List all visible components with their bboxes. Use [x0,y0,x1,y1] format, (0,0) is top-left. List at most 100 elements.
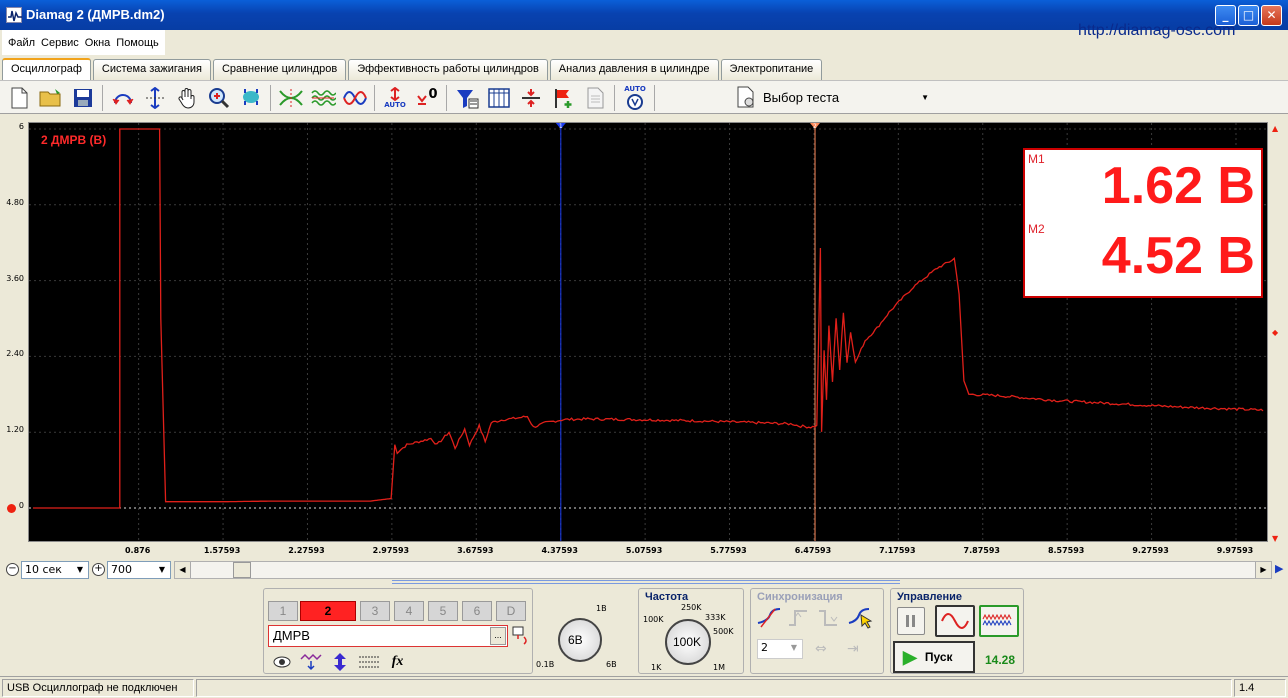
sync-level-down-icon[interactable] [817,607,843,631]
x-tick-label: 5.77593 [710,546,747,555]
menu-windows[interactable]: Окна [85,37,111,49]
channel-4-button[interactable]: 4 [394,601,424,621]
open-folder-icon[interactable] [38,85,64,111]
toolbar-separator [446,85,447,111]
channel-6-button[interactable]: 6 [462,601,492,621]
channel-1-button[interactable]: 1 [268,601,298,621]
scroll-left-icon[interactable]: ◀ [175,562,191,578]
play-forward-icon[interactable]: ▶ [1275,562,1283,575]
website-link[interactable]: http://diamag-osc.com [1078,22,1235,40]
m2-value: 4.52 В [1101,227,1255,285]
volt-knob[interactable]: 6В [558,618,602,662]
sync-cursor-icon[interactable] [847,607,875,631]
scroll-up-icon[interactable]: ▲ [1272,124,1278,133]
maximize-button[interactable]: □ [1238,5,1259,26]
pause-button[interactable] [897,607,925,635]
horizontal-scrollbar[interactable]: ◀ ▶ [174,561,1272,579]
tab-pressure-analysis[interactable]: Анализ давления в цилиндре [549,59,719,80]
chevron-down-icon: ▼ [158,565,166,574]
horizontal-stretch-icon[interactable] [110,85,136,111]
timebase-select[interactable]: 10 сек ▼ [21,561,89,579]
flag-add-icon[interactable] [550,85,576,111]
samples-select[interactable]: 700 ▼ [107,561,171,579]
channel-name-input[interactable]: ДМРВ ... [268,625,508,647]
sync-channel-value: 2 [761,641,768,654]
report-icon[interactable] [582,85,608,111]
menu-help[interactable]: Помощь [116,37,159,49]
browse-button[interactable]: ... [490,627,506,645]
sync-channel-select[interactable]: 2 ▼ [757,639,803,659]
tab-cylinder-compare[interactable]: Сравнение цилиндров [212,59,347,80]
menu-file[interactable]: Файл [8,37,35,49]
zoom-status: 1.4 [1234,679,1286,697]
fit-icon[interactable] [238,85,264,111]
toolbar-separator [614,85,615,111]
auto-scale-icon[interactable]: AUTO [382,85,408,111]
tab-ignition[interactable]: Система зажигания [92,59,211,80]
lines-icon[interactable] [356,651,381,673]
volt-max-label: 6В [606,660,617,669]
tab-power-supply[interactable]: Электропитание [720,59,823,80]
hand-pan-icon[interactable] [174,85,200,111]
offset-icon[interactable] [328,651,353,673]
auto-volt-icon[interactable]: AUTO [622,85,648,111]
eye-icon[interactable] [270,651,295,673]
vertical-stretch-icon[interactable] [142,85,168,111]
samples-value: 700 [111,563,132,576]
start-button[interactable]: ▶ Пуск [893,641,975,673]
freq-label-1m: 1M [713,663,725,672]
toolbar-separator [102,85,103,111]
tab-cylinder-efficiency[interactable]: Эффективность работы цилиндров [348,59,548,80]
freq-label-250k: 250K [681,603,702,612]
chevron-down-icon: ▼ [921,92,929,102]
sync-expand-icon[interactable]: ⇔ [815,641,841,661]
probe-icon[interactable] [512,625,530,645]
y-tick-label: 2.40 [6,349,24,359]
zoom-out-icon[interactable]: − [6,563,19,576]
channel-3-button[interactable]: 3 [360,601,390,621]
sync-shrink-icon[interactable]: ⇥ [847,641,873,661]
filter-icon[interactable] [454,85,480,111]
save-icon[interactable] [70,85,96,111]
waves-icon[interactable] [310,85,336,111]
test-select[interactable]: Выбор теста ▼ [735,85,935,109]
wave-invert-icon[interactable] [299,651,324,673]
zero-level-marker[interactable] [7,504,16,513]
channel-d-button[interactable]: D [496,601,526,621]
channel-2-button[interactable]: 2 [300,601,356,621]
continuous-mode-button[interactable] [979,605,1019,637]
m2-label: M2 [1028,222,1045,236]
zero-icon[interactable]: 0 [414,85,440,111]
menu-service[interactable]: Сервис [41,37,79,49]
cross-cursor-icon[interactable] [278,85,304,111]
multi-wave-icon [982,613,1012,627]
zoom-in-small-icon[interactable]: + [92,563,105,576]
function-icon[interactable]: fx [385,651,410,673]
volt-top-label: 1В [596,604,607,613]
split-icon[interactable] [518,85,544,111]
timebase-value: 10 сек [25,563,62,576]
channel-tools: fx [270,651,410,673]
x-tick-label: 2.97593 [372,546,410,555]
single-mode-button[interactable] [935,605,975,637]
table-icon[interactable] [486,85,512,111]
volt-knob-panel: 1В 6В 0.1В 6В [536,598,632,674]
scroll-thumb[interactable] [233,562,251,578]
marker-2-label: 2 [813,123,817,130]
close-button[interactable]: ✕ [1261,5,1282,26]
sync-rising-edge-icon[interactable] [757,607,783,631]
control-panel: Управление ▶ Пуск 14.28 [890,588,1024,674]
level-marker-icon[interactable]: ◆ [1272,328,1278,337]
x-tick-label: 8.57593 [1047,546,1085,555]
zoom-in-icon[interactable] [206,85,232,111]
x-tick-label: 1.57593 [203,546,241,555]
scroll-down-icon[interactable]: ▼ [1272,534,1278,543]
channel-5-button[interactable]: 5 [428,601,458,621]
scroll-right-icon[interactable]: ▶ [1255,562,1271,578]
sync-level-up-icon[interactable] [787,607,813,631]
sine-icon[interactable] [342,85,368,111]
splitter[interactable] [392,580,900,584]
new-file-icon[interactable] [6,85,32,111]
frequency-knob[interactable]: 100K [665,619,711,665]
tab-oscilloscope[interactable]: Осциллограф [2,58,91,81]
